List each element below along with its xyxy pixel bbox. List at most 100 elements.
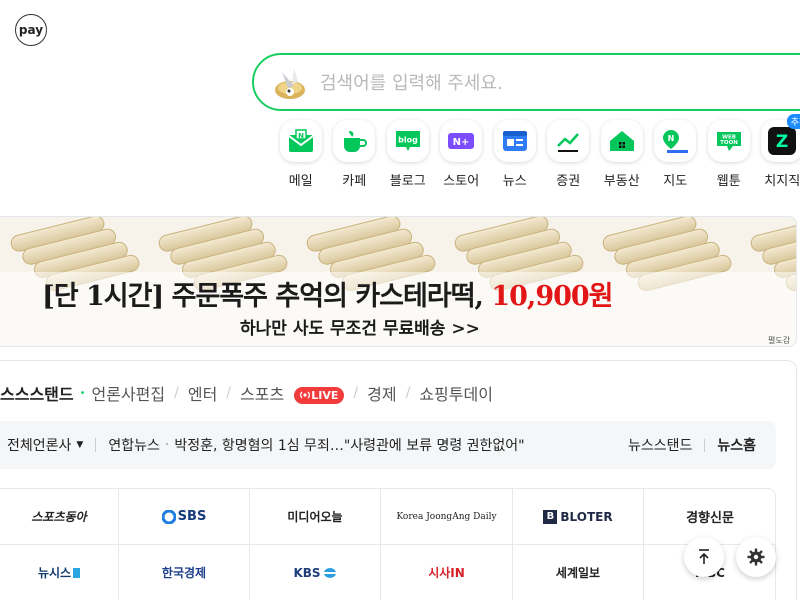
newsis-mark-icon [73,567,81,578]
ad-label: 펼도감 [768,336,791,345]
realestate-icon [600,120,643,162]
tab-sports[interactable]: 스포츠 LIVE [240,381,345,405]
shortcut-chzzk[interactable]: Z 추천 치지직 [756,114,800,189]
shortcut-cafe[interactable]: 카페 [328,120,382,189]
shortcut-label: 웹툰 [716,174,741,189]
tab-separator: / [174,385,179,401]
shortcut-map[interactable]: N 지도 [649,120,703,189]
kbs-logo-icon [323,567,336,578]
recommend-badge: 추천 [786,114,800,129]
broadcast-icon [300,391,311,399]
shortcut-label: 블로그 [389,174,426,189]
press-name: 미디어오늘 [287,510,343,524]
shortcut-label: 증권 [556,174,581,189]
banner-price: 10,900원 [491,281,613,312]
press-name: 한국경제 [161,566,207,580]
svg-text:TOON: TOON [720,140,738,146]
press-logo-newsis[interactable]: 뉴시스 [0,545,119,600]
press-name: 세계일보 [555,566,601,580]
divider [95,438,97,452]
mail-icon: N [279,120,322,162]
press-name: SBS [177,509,207,524]
news-ticker-bar: 전체언론사 ▼ 연합뉴스 · 박정훈, 항명혐의 1심 무죄…"사령관에 보류 … [0,421,776,469]
mascot-icon [275,68,305,99]
bloter-logo-icon: B [543,509,558,524]
shortcut-webtoon[interactable]: WEB TOON 웹툰 [702,120,756,189]
pay-button[interactable]: pay [15,14,47,46]
press-logo-hankyung[interactable]: 한국경제 [119,545,250,600]
press-name: 시사IN [428,566,465,580]
svg-text:N: N [298,132,304,140]
banner-title: [단 1시간] 주문폭주 추억의 카스테라떡, 10,900원 [42,281,614,312]
press-logo-grid: 스포츠동아 SBS 미디어오늘 Korea JoongAng Daily B B… [0,488,776,600]
press-filter-label: 전체언론사 [7,438,72,454]
press-logo-sports-donga[interactable]: 스포츠동아 [0,489,119,545]
press-name: Korea JoongAng Daily [396,511,497,522]
tab-press-edit[interactable]: 언론사편집 [92,381,166,405]
press-name: 뉴시스 [37,566,72,580]
newshome-link[interactable]: 뉴스홈 [717,435,756,455]
chzzk-icon: Z 추천 [761,114,800,162]
press-logo-sbs[interactable]: SBS [119,489,250,545]
tab-sports-label: 스포츠 [240,385,285,404]
store-icon: N+ [440,120,483,162]
news-tabs: 스스스탠드 • 언론사편집 / 엔터 / 스포츠 LIVE / 경제 / 쇼핑투… [0,381,493,405]
shortcut-label: 지도 [663,174,688,189]
press-logo-bloter[interactable]: B BLOTER [513,489,644,545]
arrow-up-icon [699,549,709,564]
live-badge: LIVE [294,386,345,404]
press-logo-kbs[interactable]: KBS [250,545,381,600]
webtoon-icon: WEB TOON [707,120,750,162]
search-input[interactable] [320,69,800,97]
tab-separator: / [405,385,411,401]
shortcut-label: 뉴스 [502,174,527,189]
settings-button[interactable] [736,537,776,577]
shortcut-label: 카페 [342,174,367,189]
shortcut-news[interactable]: 뉴스 [488,120,542,189]
tab-newsstand[interactable]: 스스스탠드 [0,381,74,405]
svg-text:blog: blog [398,136,418,145]
svg-text:Z: Z [776,132,788,152]
shortcut-stock[interactable]: 증권 [542,120,596,189]
press-name: KBS [293,565,321,580]
divider [704,438,706,452]
scroll-top-button[interactable] [684,537,724,577]
press-filter-dropdown[interactable]: 전체언론사 ▼ [7,435,83,455]
caret-down-icon: ▼ [76,440,84,450]
shortcut-mail[interactable]: N 메일 [274,120,328,189]
shortcut-label: 메일 [288,174,313,189]
map-icon: N [654,120,697,162]
stock-icon [547,120,590,162]
svg-text:N+: N+ [453,137,470,148]
headline-link[interactable]: 박정훈, 항명혐의 1심 무죄…"사령관에 보류 명령 권한없어" [174,435,524,455]
news-links: 뉴스스탠드 뉴스홈 [628,421,756,469]
press-logo-media-today[interactable]: 미디어오늘 [250,489,381,545]
press-logo-sisain[interactable]: 시사IN [381,545,513,600]
news-icon [493,120,536,162]
press-name: 스포츠동아 [31,510,87,524]
search-box[interactable] [252,53,800,111]
tab-shopping-today[interactable]: 쇼핑투데이 [419,381,493,405]
tab-separator: / [353,385,359,401]
shortcut-blog[interactable]: blog 블로그 [381,120,435,189]
shortcut-label: 스토어 [443,174,480,189]
newsstand-link[interactable]: 뉴스스탠드 [628,435,692,455]
dot-separator: · [164,437,170,453]
shortcut-label: 치지직 [764,174,800,189]
tab-entertainment[interactable]: 엔터 [188,381,217,405]
banner-subtitle: 하나만 사도 무조건 무료배송 >> [240,319,480,339]
naver-home: pay N 메일 카페 blog [0,0,800,600]
gear-icon [747,548,765,566]
cafe-icon [333,120,376,162]
press-logo-korea-joongang-daily[interactable]: Korea JoongAng Daily [381,489,513,545]
tab-economy[interactable]: 경제 [367,381,396,405]
tab-separator: / [226,385,232,401]
shortcut-store[interactable]: N+ 스토어 [435,120,489,189]
blog-icon: blog [386,120,429,162]
headline-source: 연합뉴스 [108,438,160,454]
shortcut-realestate[interactable]: 부동산 [595,120,649,189]
svg-text:N: N [668,134,675,143]
press-name: 경향신문 [686,511,734,526]
press-logo-segye[interactable]: 세계일보 [513,545,644,600]
press-name: BLOTER [560,509,613,524]
